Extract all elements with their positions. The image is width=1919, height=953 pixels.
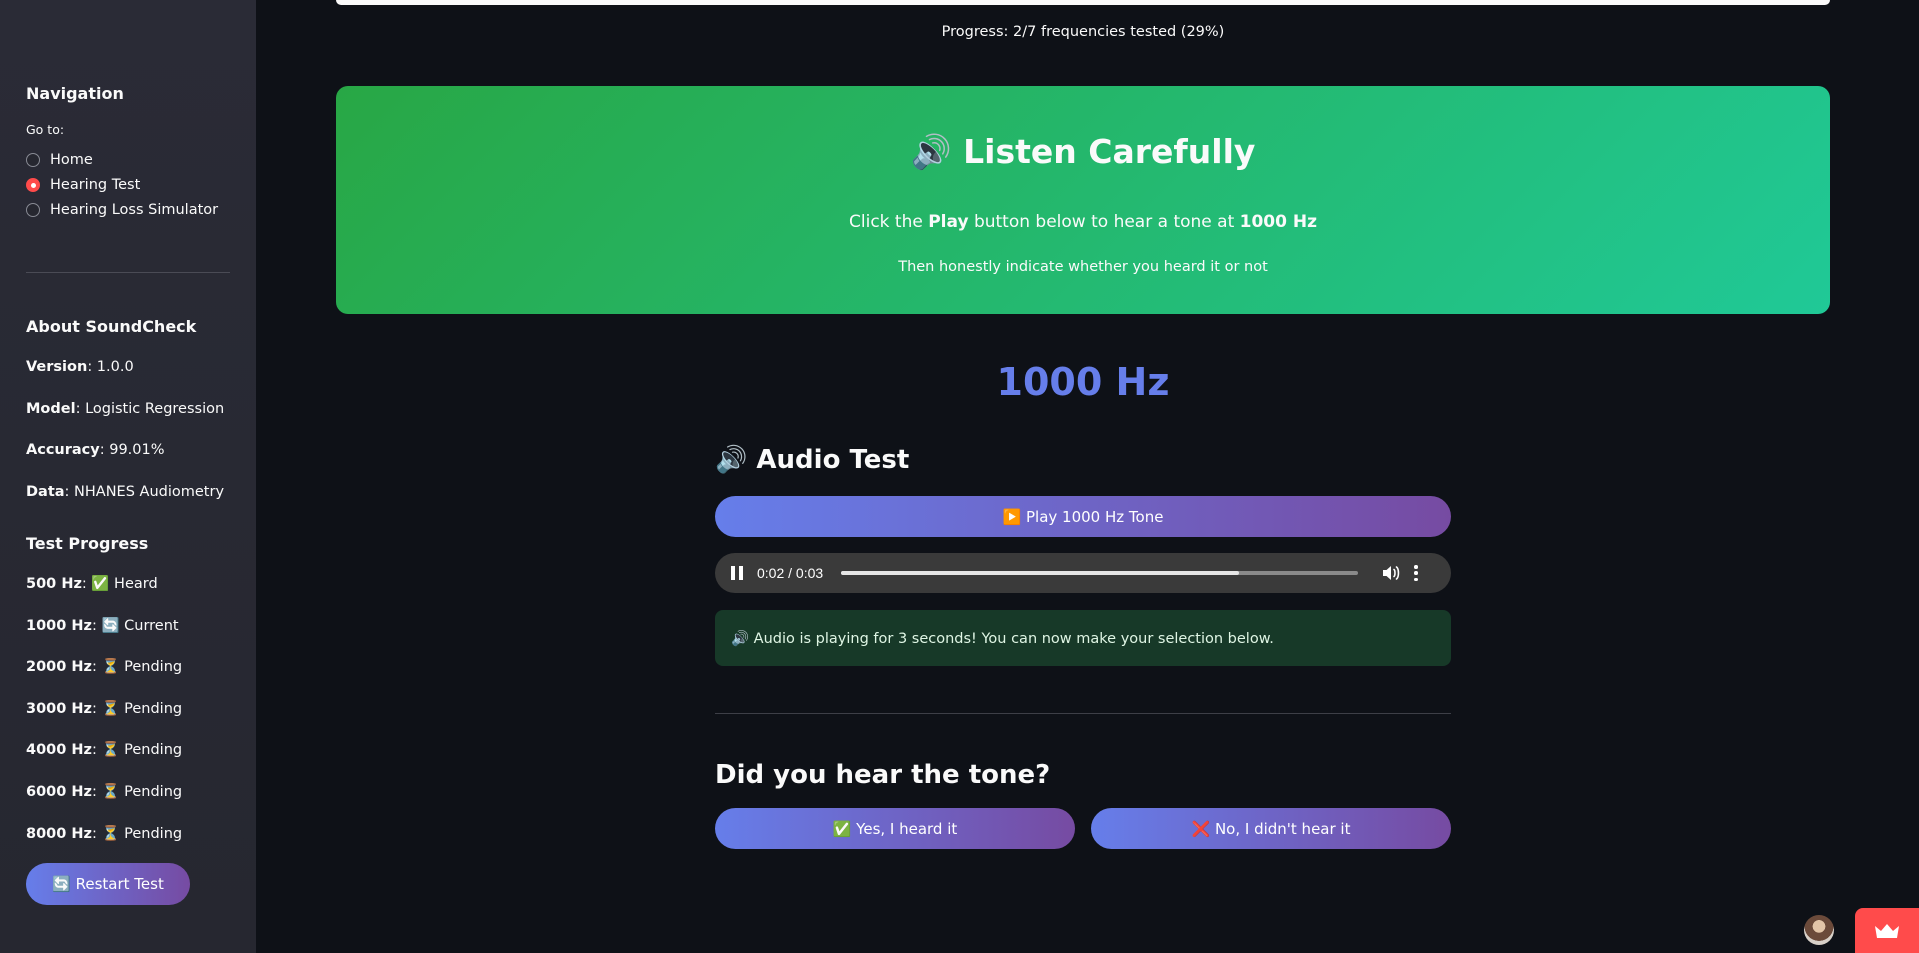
progress-text: Progress: 2/7 frequencies tested (29%) — [941, 24, 1225, 40]
progress-value: : ⏳ Pending — [91, 784, 183, 800]
audio-seek-bar[interactable] — [841, 571, 1358, 575]
instruction-text: Click the — [849, 212, 929, 232]
about-value: : 99.01% — [99, 442, 165, 458]
about-key: Data — [26, 484, 65, 500]
sidebar-divider — [26, 272, 230, 273]
progress-key: 1000 Hz — [26, 618, 92, 634]
progress-value: : 🔄 Current — [91, 618, 179, 634]
nav-option-hearing-loss-simulator[interactable]: Hearing Loss Simulator — [26, 202, 218, 218]
yes-heard-button[interactable]: ✅ Yes, I heard it — [715, 808, 1075, 849]
about-version: Version: 1.0.0 — [26, 359, 134, 375]
instruction-bold-frequency: 1000 Hz — [1239, 212, 1317, 232]
more-options-icon[interactable] — [1414, 565, 1418, 581]
progress-key: 8000 Hz — [26, 826, 92, 842]
progress-value: : ⏳ Pending — [91, 742, 183, 758]
restart-test-button[interactable]: 🔄 Restart Test — [26, 863, 190, 905]
progress-value: : ⏳ Pending — [91, 701, 183, 717]
about-value: : 1.0.0 — [87, 359, 134, 375]
crown-icon — [1875, 923, 1899, 938]
section-divider — [715, 713, 1451, 714]
progress-3000hz: 3000 Hz: ⏳ Pending — [26, 700, 182, 717]
progress-value: : ✅ Heard — [81, 576, 158, 592]
about-key: Accuracy — [26, 442, 100, 458]
nav-option-label: Hearing Test — [50, 177, 141, 193]
instruction-text: button below to hear a tone at — [968, 212, 1240, 232]
no-not-heard-button[interactable]: ❌ No, I didn't hear it — [1091, 808, 1451, 849]
banner-instruction: Click the Play button below to hear a to… — [336, 212, 1830, 232]
nav-option-label: Home — [50, 152, 93, 168]
volume-icon[interactable] — [1382, 565, 1400, 581]
audio-test-heading: 🔊 Audio Test — [715, 445, 910, 475]
radio-home[interactable] — [26, 153, 40, 167]
progress-8000hz: 8000 Hz: ⏳ Pending — [26, 825, 182, 842]
navigation-heading: Navigation — [26, 84, 124, 103]
about-data: Data: NHANES Audiometry — [26, 484, 224, 500]
about-key: Model — [26, 401, 76, 417]
play-tone-button[interactable]: ▶️ Play 1000 Hz Tone — [715, 496, 1451, 537]
progress-2000hz: 2000 Hz: ⏳ Pending — [26, 658, 182, 675]
progress-6000hz: 6000 Hz: ⏳ Pending — [26, 783, 182, 800]
instruction-bold-play: Play — [928, 212, 969, 232]
about-accuracy: Accuracy: 99.01% — [26, 442, 165, 458]
progress-500hz: 500 Hz: ✅ Heard — [26, 575, 158, 592]
progress-value: : ⏳ Pending — [91, 659, 183, 675]
frequency-display: 1000 Hz — [996, 360, 1170, 404]
nav-option-label: Hearing Loss Simulator — [50, 202, 219, 218]
banner-subtext: Then honestly indicate whether you heard… — [898, 259, 1268, 275]
progress-key: 4000 Hz — [26, 742, 92, 758]
progress-4000hz: 4000 Hz: ⏳ Pending — [26, 741, 182, 758]
question-heading: Did you hear the tone? — [715, 760, 1051, 790]
avatar[interactable] — [1804, 915, 1834, 945]
progress-bar-strip — [336, 0, 1830, 5]
progress-key: 500 Hz — [26, 576, 82, 592]
progress-key: 3000 Hz — [26, 701, 92, 717]
progress-value: : ⏳ Pending — [91, 826, 183, 842]
audio-seek-fill — [841, 571, 1240, 575]
about-heading: About SoundCheck — [26, 317, 197, 336]
about-value: : NHANES Audiometry — [64, 484, 225, 500]
radio-hearing-loss-simulator[interactable] — [26, 203, 40, 217]
radio-hearing-test[interactable] — [26, 178, 40, 192]
pause-icon[interactable] — [731, 566, 743, 580]
nav-option-hearing-test[interactable]: Hearing Test — [26, 177, 140, 193]
about-value: : Logistic Regression — [75, 401, 225, 417]
sidebar: Navigation Go to: Home Hearing Test Hear… — [0, 0, 256, 953]
streamlit-badge[interactable] — [1855, 908, 1919, 953]
about-key: Version — [26, 359, 88, 375]
audio-time: 0:02 / 0:03 — [757, 565, 824, 581]
listen-carefully-banner: 🔊 Listen Carefully Click the Play button… — [336, 86, 1830, 314]
goto-label: Go to: — [26, 122, 65, 137]
about-model: Model: Logistic Regression — [26, 401, 224, 417]
test-progress-heading: Test Progress — [26, 534, 149, 553]
banner-title: 🔊 Listen Carefully — [910, 132, 1256, 171]
nav-option-home[interactable]: Home — [26, 152, 93, 168]
success-alert: 🔊 Audio is playing for 3 seconds! You ca… — [715, 610, 1451, 666]
progress-1000hz: 1000 Hz: 🔄 Current — [26, 617, 179, 634]
audio-player: 0:02 / 0:03 — [715, 553, 1451, 593]
progress-key: 2000 Hz — [26, 659, 92, 675]
progress-key: 6000 Hz — [26, 784, 92, 800]
